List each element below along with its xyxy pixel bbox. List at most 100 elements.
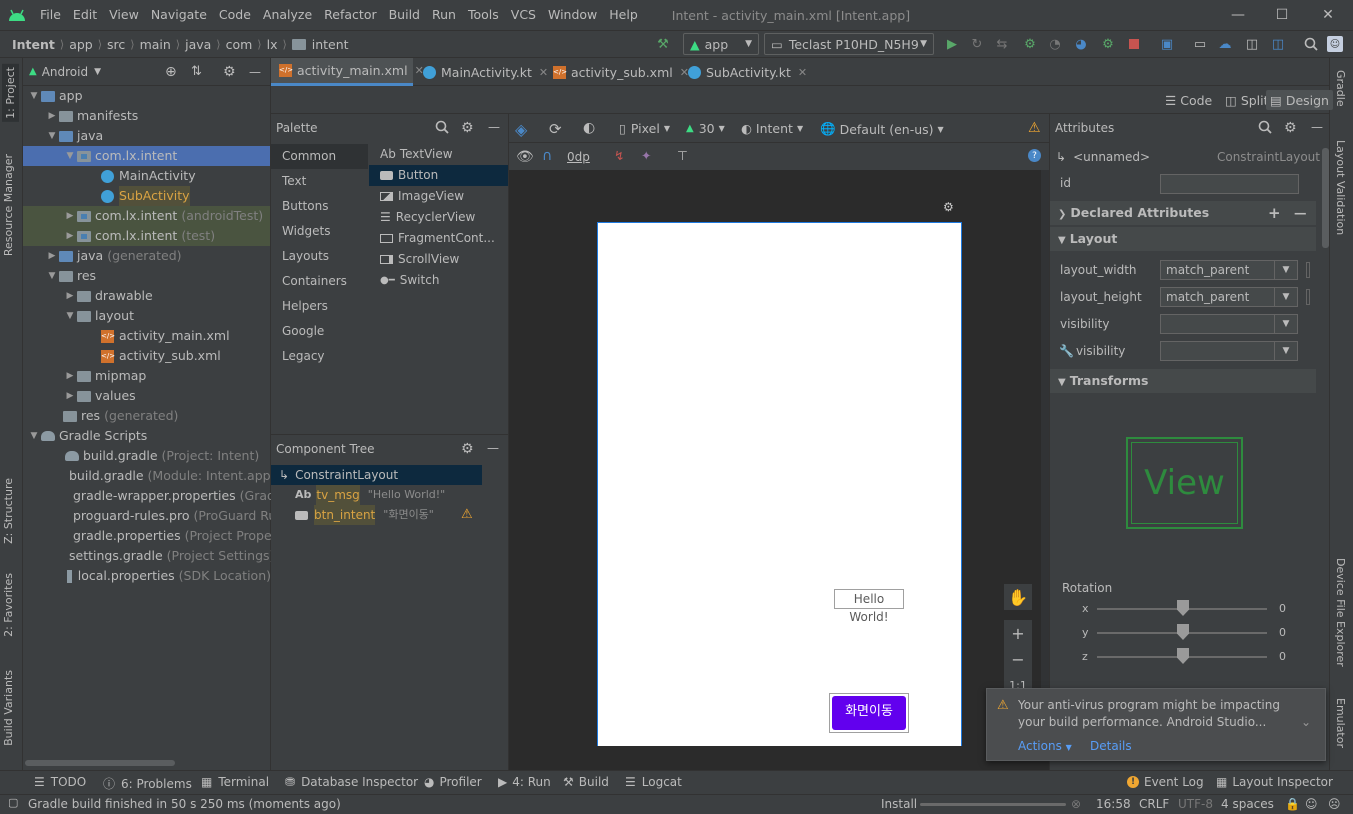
tree-item-constraintlayout[interactable]: ↳ ConstraintLayout xyxy=(271,465,482,485)
project-tool-tab[interactable]: 1: Project xyxy=(2,64,19,122)
id-field[interactable] xyxy=(1160,174,1299,194)
breadcrumb-item[interactable]: java xyxy=(183,37,213,52)
breadcrumb-item[interactable]: Intent xyxy=(10,37,57,52)
menu-run[interactable]: Run xyxy=(426,0,462,30)
preview-textview[interactable]: Hello World! xyxy=(834,589,904,624)
remove-attribute-button[interactable]: — xyxy=(1294,201,1307,225)
hide-icon[interactable]: — xyxy=(1311,120,1323,134)
tree-item-btn-intent[interactable]: btn_intent "화면이동" ⚠ xyxy=(295,505,505,525)
tree-item-tv-msg[interactable]: Ab tv_msg "Hello World!" xyxy=(295,485,495,505)
palette-category-legacy[interactable]: Legacy xyxy=(271,344,368,369)
visibility-dropdown[interactable]: ▼ xyxy=(1274,314,1298,334)
details-link[interactable]: Details xyxy=(1090,739,1132,753)
sync-icon[interactable]: ▭ xyxy=(1192,36,1208,52)
tree-item-build-gradle-project[interactable]: build.gradle (Project: Intent) xyxy=(65,446,271,466)
magnet-icon[interactable]: ∩ xyxy=(542,148,552,164)
chevron-down-icon[interactable]: ⌄ xyxy=(1301,715,1311,729)
happy-face-icon[interactable]: ☺ xyxy=(1305,797,1318,811)
menu-file[interactable]: File xyxy=(34,0,67,30)
mode-split[interactable]: ◫ Split xyxy=(1221,90,1273,110)
preview-button[interactable]: 화면이동 xyxy=(829,693,909,733)
menu-analyze[interactable]: Analyze xyxy=(257,0,318,30)
pin-icon[interactable]: ⚙ xyxy=(943,200,954,214)
line-separator[interactable]: CRLF xyxy=(1139,797,1169,811)
palette-item-fragmentcontainer[interactable]: FragmentCont... xyxy=(369,228,508,249)
close-button[interactable]: ✕ xyxy=(1305,0,1351,30)
device-select[interactable]: ▭ Teclast P10HD_N5H9 ▼ xyxy=(764,33,934,55)
account-icon[interactable]: ☺ xyxy=(1327,36,1343,52)
layout-inspector-tab[interactable]: ▦ Layout Inspector xyxy=(1216,775,1333,789)
breadcrumb-item[interactable]: main xyxy=(138,37,173,52)
layout-width-dropdown[interactable]: ▼ xyxy=(1274,260,1298,280)
structure-tab[interactable]: Z: Structure xyxy=(2,478,15,544)
api-level-select[interactable]: ▲ 30 ▼ xyxy=(686,121,725,136)
tree-item-values[interactable]: ▶ values xyxy=(63,386,271,406)
sdk-manager-icon[interactable]: ◫ xyxy=(1244,36,1260,52)
problems-tab[interactable]: ⓘ 6: Problems xyxy=(103,775,192,792)
debug-icon[interactable]: ⚙ xyxy=(1022,36,1038,52)
minimize-button[interactable]: — xyxy=(1215,0,1261,30)
visibility-field[interactable] xyxy=(1160,314,1278,334)
tree-item-local-properties[interactable]: local.properties (SDK Location) xyxy=(67,566,271,586)
menu-vcs[interactable]: VCS xyxy=(505,0,542,30)
status-message[interactable]: Gradle build finished in 50 s 250 ms (mo… xyxy=(28,797,341,811)
event-log-tab[interactable]: ! Event Log xyxy=(1127,775,1204,789)
status-toggle-icon[interactable]: ▢ xyxy=(8,796,18,809)
tree-item-gradle-wrapper-properties[interactable]: gradle-wrapper.properties (Gradle Versio… xyxy=(67,486,271,506)
tree-item-subactivity[interactable]: SubActivity xyxy=(101,186,271,206)
mode-code[interactable]: ☰ Code xyxy=(1161,90,1216,110)
palette-category-layouts[interactable]: Layouts xyxy=(271,244,368,269)
search-icon[interactable] xyxy=(1303,36,1319,52)
coverage-icon[interactable]: ◔ xyxy=(1047,36,1063,52)
palette-category-containers[interactable]: Containers xyxy=(271,269,368,294)
menu-refactor[interactable]: Refactor xyxy=(318,0,382,30)
layers-icon[interactable]: ◈ xyxy=(515,120,527,139)
breadcrumb-item[interactable]: com xyxy=(224,37,255,52)
palette-category-buttons[interactable]: Buttons xyxy=(271,194,368,219)
gear-icon[interactable]: ⚙ xyxy=(1284,120,1297,136)
indent-setting[interactable]: 4 spaces xyxy=(1221,797,1274,811)
menu-edit[interactable]: Edit xyxy=(67,0,103,30)
menu-build[interactable]: Build xyxy=(383,0,426,30)
tab-activity-sub-xml[interactable]: </> activity_sub.xml ✕ xyxy=(545,58,697,86)
palette-item-button[interactable]: Button xyxy=(369,165,508,186)
default-margin-select[interactable]: 0dp xyxy=(567,150,590,164)
tree-item-mipmap[interactable]: ▶ mipmap xyxy=(63,366,271,386)
tree-item-settings-gradle[interactable]: settings.gradle (Project Settings) xyxy=(65,546,271,566)
breadcrumb-item[interactable]: lx xyxy=(265,37,280,52)
zoom-in-button[interactable]: + xyxy=(1004,620,1032,646)
layout-validation-tab[interactable]: Layout Validation xyxy=(1334,140,1347,235)
hide-icon[interactable]: — xyxy=(249,65,261,79)
cursor-position[interactable]: 16:58 xyxy=(1096,797,1131,811)
theme-select[interactable]: ◐ Intent ▼ xyxy=(741,121,803,136)
device-file-explorer-tab[interactable]: Device File Explorer xyxy=(1334,558,1347,667)
gear-icon[interactable]: ⚙ xyxy=(461,441,474,457)
gear-icon[interactable]: ⚙ xyxy=(461,120,474,136)
attach-debugger-icon[interactable]: ⚙ xyxy=(1100,36,1116,52)
lock-icon[interactable]: 🔒 xyxy=(1285,797,1300,811)
tree-item-proguard-rules[interactable]: proguard-rules.pro (ProGuard Rules for I… xyxy=(67,506,271,526)
palette-item-imageview[interactable]: ImageView xyxy=(369,186,508,207)
logcat-tab[interactable]: ☰ Logcat xyxy=(625,775,682,789)
transforms-section[interactable]: ▼ Transforms xyxy=(1050,369,1316,393)
profiler-tab[interactable]: ◕ Profiler xyxy=(424,775,482,789)
clear-constraints-icon[interactable]: ↯ xyxy=(614,148,624,163)
vertical-scrollbar[interactable] xyxy=(1322,148,1329,248)
tree-item-gradle-properties[interactable]: gradle.properties (Project Properties) xyxy=(67,526,271,546)
palette-item-recyclerview[interactable]: ☰ RecyclerView xyxy=(369,207,508,228)
tree-item-package[interactable]: ▼ com.lx.intent xyxy=(23,146,270,166)
emulator-tab[interactable]: Emulator xyxy=(1334,698,1347,748)
gear-icon[interactable]: ⚙ xyxy=(223,64,236,80)
actions-link[interactable]: Actions ▼ xyxy=(1018,739,1072,753)
device-preview[interactable]: Hello World! 화면이동 xyxy=(597,222,962,746)
layout-height-dropdown[interactable]: ▼ xyxy=(1274,287,1298,307)
add-attribute-button[interactable]: + xyxy=(1268,201,1281,225)
breadcrumb-item[interactable]: src xyxy=(105,37,127,52)
tree-item-package-test[interactable]: ▶ com.lx.intent (test) xyxy=(23,226,270,246)
run-tab[interactable]: ▶ 4: Run xyxy=(498,775,551,789)
orientation-icon[interactable]: ⟳ xyxy=(549,120,562,138)
help-icon[interactable]: ? xyxy=(1028,149,1041,162)
warning-icon[interactable]: ⚠ xyxy=(461,505,473,525)
tree-item-app[interactable]: ▼ app xyxy=(27,86,271,106)
tree-item-layout[interactable]: ▼ layout xyxy=(63,306,271,326)
